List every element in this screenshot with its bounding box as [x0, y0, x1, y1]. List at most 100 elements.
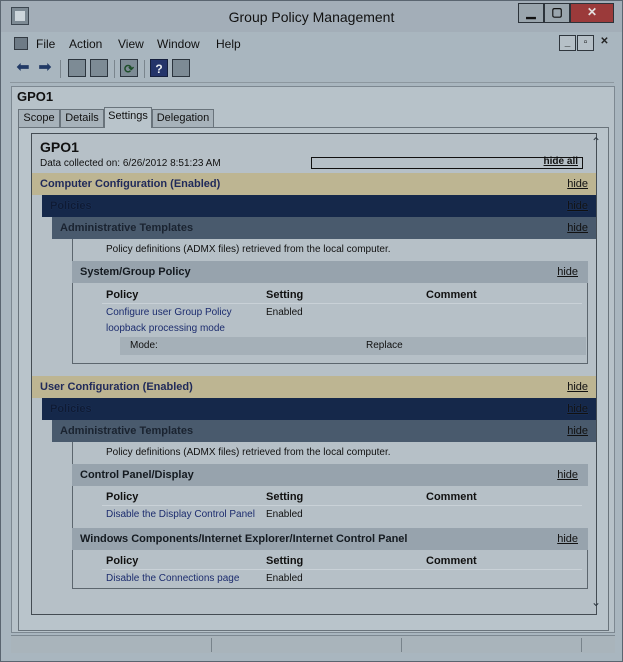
- status-divider: [581, 638, 582, 652]
- admx-note: Policy definitions (ADMX files) retrieve…: [106, 244, 391, 255]
- column-policy: Policy: [106, 491, 139, 503]
- row-divider: [102, 569, 582, 570]
- menu-view[interactable]: View: [118, 37, 144, 51]
- title-bar[interactable]: Group Policy Management ▁ ▢ ✕: [1, 1, 622, 32]
- status-divider: [401, 638, 402, 652]
- settings-panel: GPO1 Data collected on: 6/26/2012 8:51:2…: [18, 127, 609, 631]
- child-close-button[interactable]: ✕: [596, 35, 613, 51]
- admx-note: Policy definitions (ADMX files) retrieve…: [106, 447, 391, 458]
- policy-link-disable-display[interactable]: Disable the Display Control Panel: [106, 507, 255, 523]
- vertical-scrollbar[interactable]: ⌃ ⌄: [587, 133, 605, 615]
- maximize-button[interactable]: ▢: [544, 3, 570, 23]
- tree-line: [72, 442, 73, 464]
- computer-admin-templates-header[interactable]: Administrative Templates hide: [52, 217, 596, 239]
- menu-help[interactable]: Help: [216, 37, 241, 51]
- computer-policies-label: Policies: [50, 200, 92, 212]
- tree-line: [72, 363, 588, 364]
- tree-line: [72, 550, 73, 588]
- column-comment: Comment: [426, 491, 477, 503]
- hide-link[interactable]: hide: [557, 464, 578, 486]
- hide-all-container: hide all: [311, 156, 583, 169]
- data-collected-text: Data collected on: 6/26/2012 8:51:23 AM: [40, 158, 221, 169]
- settings-report: GPO1 Data collected on: 6/26/2012 8:51:2…: [31, 133, 597, 615]
- policy-setting-value: Enabled: [266, 573, 303, 584]
- column-setting: Setting: [266, 555, 304, 567]
- ie-control-panel-header[interactable]: Windows Components/Internet Explorer/Int…: [72, 528, 588, 550]
- computer-policies-header[interactable]: Policies hide: [42, 195, 596, 217]
- column-policy: Policy: [106, 289, 139, 301]
- computer-admin-templates-label: Administrative Templates: [60, 222, 194, 234]
- show-hide-tree-icon[interactable]: [90, 59, 108, 77]
- system-group-policy-label: System/Group Policy: [80, 266, 191, 278]
- computer-configuration-label: Computer Configuration (Enabled): [40, 178, 221, 190]
- help-icon[interactable]: ?: [150, 59, 168, 77]
- toolbar: ⬅ ➡ ⟳ ?: [10, 55, 614, 83]
- tab-scope[interactable]: Scope: [18, 109, 60, 127]
- computer-configuration-header[interactable]: Computer Configuration (Enabled) hide: [32, 173, 596, 195]
- menu-action[interactable]: Action: [69, 37, 102, 51]
- policy-link-disable-connections[interactable]: Disable the Connections page: [106, 571, 239, 587]
- tree-line: [72, 239, 73, 261]
- column-comment: Comment: [426, 289, 477, 301]
- hide-link[interactable]: hide: [567, 195, 588, 217]
- user-configuration-header[interactable]: User Configuration (Enabled) hide: [32, 376, 596, 398]
- system-group-policy-header[interactable]: System/Group Policy hide: [72, 261, 588, 283]
- user-policies-label: Policies: [50, 403, 92, 415]
- tree-line: [72, 588, 588, 589]
- console-icon[interactable]: [14, 37, 28, 50]
- close-button[interactable]: ✕: [570, 3, 614, 23]
- user-admin-templates-label: Administrative Templates: [60, 425, 194, 437]
- policy-setting-value: Enabled: [266, 509, 303, 520]
- hide-link[interactable]: hide: [567, 376, 588, 398]
- hide-link[interactable]: hide: [557, 528, 578, 550]
- ie-control-panel-label: Windows Components/Internet Explorer/Int…: [80, 533, 408, 545]
- hide-link[interactable]: hide: [557, 261, 578, 283]
- child-restore-button[interactable]: ▫: [577, 35, 594, 51]
- menu-window[interactable]: Window: [157, 37, 200, 51]
- menu-file[interactable]: File: [36, 37, 55, 51]
- chevron-up-icon[interactable]: ⌃: [589, 135, 603, 149]
- details-pane: GPO1 Scope Details Settings Delegation G…: [11, 86, 615, 633]
- toolbar-separator: [60, 60, 61, 78]
- toolbar-separator: [144, 60, 145, 78]
- policy-setting-value: Enabled: [266, 307, 303, 318]
- mode-row: Mode: Replace: [120, 337, 586, 355]
- user-admin-templates-header[interactable]: Administrative Templates hide: [52, 420, 596, 442]
- control-panel-display-label: Control Panel/Display: [80, 469, 194, 481]
- control-panel-display-header[interactable]: Control Panel/Display hide: [72, 464, 588, 486]
- user-configuration-label: User Configuration (Enabled): [40, 381, 193, 393]
- row-divider: [102, 505, 582, 506]
- tab-settings[interactable]: Settings: [104, 107, 152, 128]
- chevron-down-icon[interactable]: ⌄: [589, 595, 603, 609]
- user-policies-header[interactable]: Policies hide: [42, 398, 596, 420]
- tab-details[interactable]: Details: [60, 109, 104, 127]
- refresh-icon[interactable]: ⟳: [120, 59, 138, 77]
- hide-link[interactable]: hide: [567, 420, 588, 442]
- column-policy: Policy: [106, 555, 139, 567]
- forward-arrow-icon[interactable]: ➡: [36, 59, 54, 77]
- hide-link[interactable]: hide: [567, 398, 588, 420]
- tree-line: [72, 486, 73, 528]
- mode-label: Mode:: [130, 340, 158, 351]
- status-bar: [11, 635, 615, 653]
- up-folder-icon[interactable]: [68, 59, 86, 77]
- back-arrow-icon[interactable]: ⬅: [14, 59, 32, 77]
- report-title: GPO1: [40, 139, 79, 155]
- column-setting: Setting: [266, 289, 304, 301]
- column-setting: Setting: [266, 491, 304, 503]
- status-divider: [211, 638, 212, 652]
- child-minimize-button[interactable]: _: [559, 35, 576, 51]
- menu-bar: File Action View Window Help: [10, 34, 614, 54]
- hide-link[interactable]: hide: [567, 217, 588, 239]
- tree-line: [72, 283, 73, 363]
- policy-link-loopback-line2[interactable]: loopback processing mode: [106, 321, 225, 337]
- hide-link[interactable]: hide: [567, 173, 588, 195]
- policy-link-loopback-line1[interactable]: Configure user Group Policy: [106, 305, 232, 321]
- toolbar-separator: [114, 60, 115, 78]
- hide-all-link[interactable]: hide all: [544, 156, 578, 167]
- minimize-button[interactable]: ▁: [518, 3, 544, 23]
- row-divider: [102, 303, 582, 304]
- main-window: Group Policy Management ▁ ▢ ✕ File Actio…: [0, 0, 623, 662]
- tab-delegation[interactable]: Delegation: [152, 109, 214, 127]
- properties-icon[interactable]: [172, 59, 190, 77]
